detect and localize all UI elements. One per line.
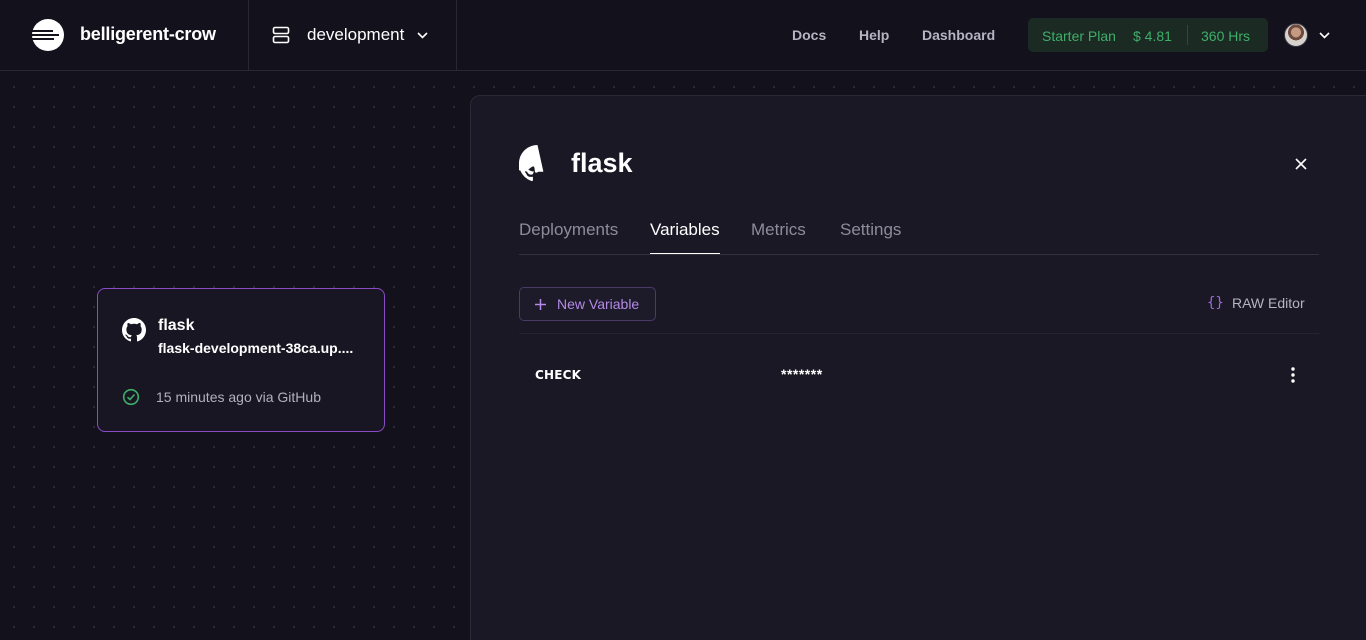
check-circle-icon <box>122 388 140 406</box>
project-brand[interactable]: belligerent-crow <box>0 0 249 70</box>
environment-name[interactable]: development <box>307 25 404 45</box>
github-icon <box>519 145 544 182</box>
github-icon <box>122 318 146 342</box>
top-navbar: belligerent-crow development Docs Help D… <box>0 0 1366 71</box>
docs-link[interactable]: Docs <box>792 27 826 43</box>
section-divider <box>519 333 1319 334</box>
tab-variables[interactable]: Variables <box>650 220 720 254</box>
variable-row[interactable]: CHECK ******* <box>519 354 1319 394</box>
braces-icon: {} <box>1207 295 1224 311</box>
service-card-flask[interactable]: flask flask-development-38ca.up.... 15 m… <box>97 288 385 432</box>
more-vertical-icon[interactable] <box>1285 366 1301 384</box>
panel-title: flask <box>571 148 633 178</box>
project-name: belligerent-crow <box>80 24 216 44</box>
raw-editor-label: RAW Editor <box>1232 295 1305 311</box>
service-url: flask-development-38ca.up.... <box>158 340 354 356</box>
chevron-down-icon[interactable] <box>416 29 429 42</box>
close-icon[interactable] <box>1294 157 1308 171</box>
new-variable-button[interactable]: New Variable <box>519 287 656 321</box>
railway-logo-icon <box>32 19 64 51</box>
tab-metrics[interactable]: Metrics <box>751 220 806 254</box>
plan-name: Starter Plan <box>1042 28 1116 44</box>
raw-editor-button[interactable]: {} RAW Editor <box>1207 295 1307 313</box>
user-avatar[interactable] <box>1284 23 1308 47</box>
variable-name: CHECK <box>535 368 582 382</box>
variable-value-masked[interactable]: ******* <box>781 366 823 382</box>
server-stack-icon <box>272 26 290 44</box>
tab-deployments[interactable]: Deployments <box>519 220 618 254</box>
plan-cost: $ 4.81 <box>1133 28 1172 44</box>
account-chevron-down-icon[interactable] <box>1318 29 1331 42</box>
tab-settings[interactable]: Settings <box>840 220 901 254</box>
plus-icon <box>535 299 546 310</box>
new-variable-label: New Variable <box>557 296 640 312</box>
service-name: flask <box>158 317 195 334</box>
deploy-status: 15 minutes ago via GitHub <box>156 389 321 405</box>
service-detail-panel: flask Deployments Variables Metrics Sett… <box>470 95 1366 640</box>
plan-usage-badge[interactable]: Starter Plan $ 4.81 360 Hrs <box>1028 18 1268 52</box>
help-link[interactable]: Help <box>859 27 889 43</box>
dashboard-link[interactable]: Dashboard <box>922 27 995 43</box>
plan-divider <box>1187 25 1188 45</box>
panel-tabs: Deployments Variables Metrics Settings <box>519 220 1319 255</box>
plan-hours: 360 Hrs <box>1201 28 1251 44</box>
